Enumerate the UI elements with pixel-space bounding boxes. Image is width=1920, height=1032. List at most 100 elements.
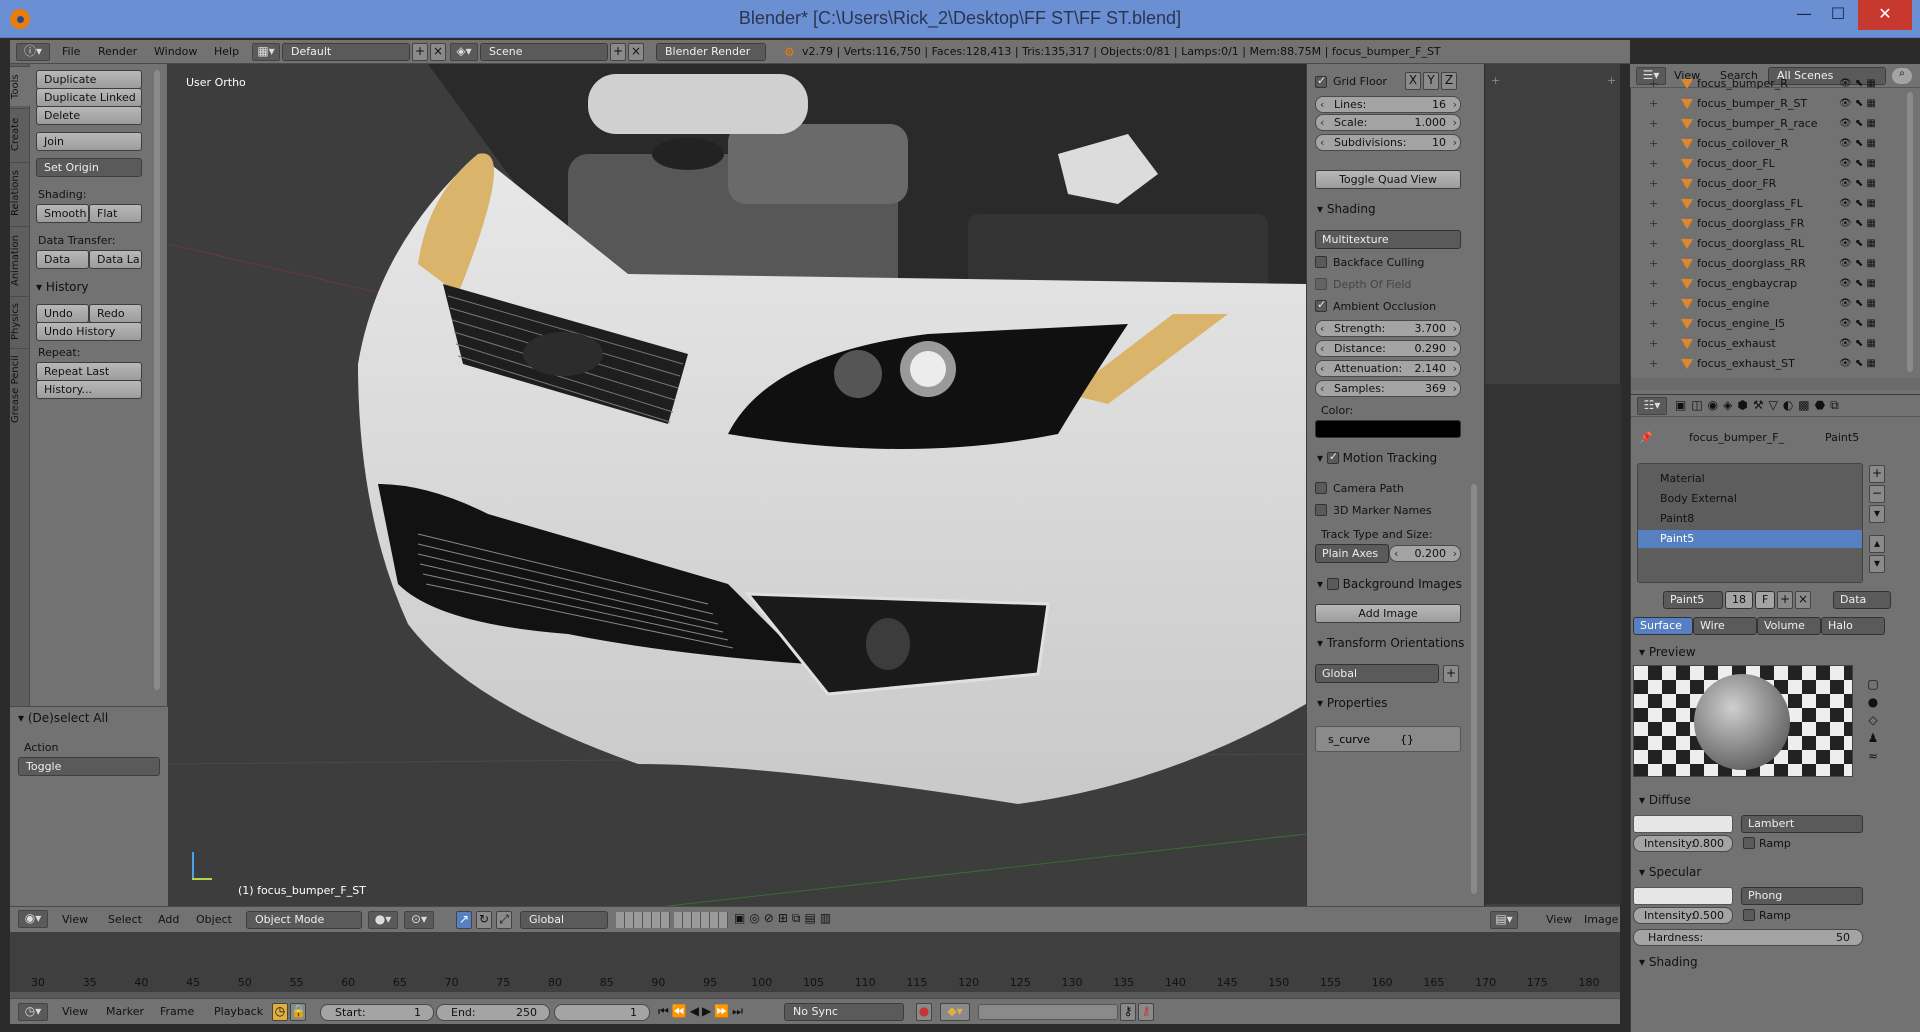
layout-grid-icon[interactable]: ▦▾ <box>252 43 280 61</box>
duplicate-linked-button[interactable]: Duplicate Linked <box>36 88 142 107</box>
image-view-menu[interactable]: View <box>1546 911 1572 929</box>
timeline-playback-menu[interactable]: Playback <box>214 1003 263 1021</box>
material-slot[interactable]: Paint8 <box>1638 510 1862 528</box>
visibility-eye-icon[interactable]: 👁 ⬉ ▦ <box>1839 154 1876 174</box>
diffuse-panel-header[interactable]: ▾ Diffuse <box>1639 793 1691 807</box>
dof-checkbox[interactable] <box>1315 278 1327 290</box>
visibility-eye-icon[interactable]: 👁 ⬉ ▦ <box>1839 314 1876 334</box>
fake-user-toggle[interactable]: F <box>1755 591 1775 609</box>
layout-remove-icon[interactable]: × <box>430 43 446 61</box>
expand-icon[interactable]: + <box>1649 334 1658 354</box>
properties-editor-icon[interactable]: ☷▾ <box>1637 397 1667 415</box>
axis-y-toggle[interactable]: Y <box>1423 72 1439 90</box>
link-data-select[interactable]: Data <box>1833 591 1891 609</box>
scale-manipulator-icon[interactable]: ⤢ <box>496 911 512 929</box>
visibility-eye-icon[interactable]: 👁 ⬉ ▦ <box>1839 194 1876 214</box>
marker-names-checkbox[interactable] <box>1315 504 1327 516</box>
tab-physics[interactable]: Physics <box>10 296 30 346</box>
outliner-row[interactable]: + focus_engine_I5 👁 ⬉ ▦ <box>1631 314 1901 334</box>
visibility-eye-icon[interactable]: 👁 ⬉ ▦ <box>1839 334 1876 354</box>
scene-icon[interactable]: ◈▾ <box>450 43 478 61</box>
record-icon[interactable]: ● <box>916 1003 932 1021</box>
smooth-button[interactable]: Smooth <box>36 204 89 223</box>
end-frame-field[interactable]: End: 250 <box>436 1004 550 1021</box>
specular-color-swatch[interactable] <box>1633 887 1733 905</box>
menu-render[interactable]: Render <box>98 40 137 64</box>
image-image-menu[interactable]: Image <box>1584 911 1618 929</box>
mode-select[interactable]: Object Mode <box>246 911 362 929</box>
scene-remove-icon[interactable]: × <box>628 43 644 61</box>
grid-scale-field[interactable]: Scale: 1.000 <box>1315 114 1461 131</box>
hardness-field[interactable]: Hardness: 50 <box>1633 929 1863 946</box>
menu-help[interactable]: Help <box>214 40 239 64</box>
render-engine-select[interactable]: Blender Render <box>656 43 766 61</box>
join-button[interactable]: Join <box>36 132 142 151</box>
expand-icon[interactable]: + <box>1649 314 1658 334</box>
scene-select[interactable]: Scene <box>480 43 608 61</box>
redo-button[interactable]: Redo <box>89 304 142 323</box>
expand-icon[interactable]: + <box>1649 94 1658 114</box>
undo-history-button[interactable]: Undo History <box>36 322 142 341</box>
outliner-row[interactable]: + focus_exhaust 👁 ⬉ ▦ <box>1631 334 1901 354</box>
data-transfer-button[interactable]: Data <box>36 250 89 269</box>
visibility-eye-icon[interactable]: 👁 ⬉ ▦ <box>1839 94 1876 114</box>
flat-button[interactable]: Flat <box>89 204 142 223</box>
manipulator-toggle-icon[interactable]: ↗ <box>456 911 472 929</box>
history-panel-header[interactable]: ▾ History <box>36 280 89 294</box>
info-editor-type-icon[interactable]: ⓘ▾ <box>16 43 50 61</box>
shelf-scrollbar[interactable] <box>1471 484 1477 894</box>
orientation-select[interactable]: Global <box>1315 664 1439 683</box>
slot-up-icon[interactable]: ▴ <box>1869 535 1885 553</box>
pin-icon[interactable]: 📌 <box>1639 431 1653 444</box>
viewport-object-menu[interactable]: Object <box>196 911 232 929</box>
motion-tracking-header[interactable]: ▾ Motion Tracking <box>1317 450 1437 465</box>
backface-culling-checkbox[interactable] <box>1315 256 1327 268</box>
layer-buttons-group-2[interactable] <box>674 912 728 928</box>
outliner-row[interactable]: + focus_coilover_R 👁 ⬉ ▦ <box>1631 134 1901 154</box>
timeline[interactable]: 30 35 40 45 50 55 60 65 70 75 80 85 90 95 100 105 110 115… <box>10 932 1620 998</box>
outliner-row[interactable]: + focus_bumper_R_race 👁 ⬉ ▦ <box>1631 114 1901 134</box>
toggle-quad-view-button[interactable]: Toggle Quad View <box>1315 170 1461 189</box>
playback-controls-icons[interactable]: ⏮⏪◀▶⏩⏭ <box>658 1004 746 1019</box>
visibility-eye-icon[interactable]: 👁 ⬉ ▦ <box>1839 234 1876 254</box>
custom-property-row[interactable]: s_curve {} <box>1315 726 1461 752</box>
slot-add-icon[interactable]: + <box>1869 465 1885 483</box>
sync-mode-select[interactable]: No Sync <box>784 1003 904 1021</box>
new-material-icon[interactable]: + <box>1777 591 1793 609</box>
shading-panel-header[interactable]: ▾ Shading <box>1317 202 1376 216</box>
outliner-row[interactable]: + focus_engbaycrap 👁 ⬉ ▦ <box>1631 274 1901 294</box>
visibility-eye-icon[interactable]: 👁 ⬉ ▦ <box>1839 214 1876 234</box>
image-editor-corner-icon[interactable]: + <box>1607 74 1616 87</box>
outliner-row[interactable]: + focus_door_FL 👁 ⬉ ▦ <box>1631 154 1901 174</box>
diffuse-intensity-field[interactable]: Intensity: 0.800 <box>1633 835 1733 852</box>
visibility-eye-icon[interactable]: 👁 ⬉ ▦ <box>1839 274 1876 294</box>
pivot-point-icon[interactable]: ⊙▾ <box>404 911 434 929</box>
properties-panel-header[interactable]: ▾ Properties <box>1317 696 1388 710</box>
preview-range-icon[interactable]: ◷ <box>272 1003 288 1021</box>
diffuse-shader-select[interactable]: Lambert <box>1741 815 1863 833</box>
current-frame-field[interactable]: 1 <box>554 1004 650 1021</box>
ao-samples-field[interactable]: Samples: 369 <box>1315 380 1461 397</box>
delete-keyframe-icon[interactable]: ⚷ <box>1138 1003 1154 1021</box>
ao-color-swatch[interactable] <box>1315 420 1461 438</box>
ao-distance-field[interactable]: Distance: 0.290 <box>1315 340 1461 357</box>
track-type-select[interactable]: Plain Axes <box>1315 544 1389 563</box>
outliner-row[interactable]: + focus_engine 👁 ⬉ ▦ <box>1631 294 1901 314</box>
close-button[interactable]: ✕ <box>1858 0 1912 30</box>
expand-icon[interactable]: + <box>1649 234 1658 254</box>
camera-path-checkbox[interactable] <box>1315 482 1327 494</box>
grid-subdivisions-field[interactable]: Subdivisions: 10 <box>1315 134 1461 151</box>
diffuse-color-swatch[interactable] <box>1633 815 1733 833</box>
lock-icon[interactable]: 🔒 <box>290 1003 306 1021</box>
repeat-last-button[interactable]: Repeat Last <box>36 362 142 381</box>
expand-icon[interactable]: + <box>1649 134 1658 154</box>
scene-add-icon[interactable]: + <box>610 43 626 61</box>
viewport-shading-icon[interactable]: ●▾ <box>368 911 398 929</box>
material-name-field[interactable]: Paint5 <box>1663 591 1723 609</box>
3d-viewport[interactable]: User Ortho (1) focus_bumper_F_ST <box>168 64 1306 906</box>
maximize-button[interactable]: ☐ <box>1820 0 1856 30</box>
specular-panel-header[interactable]: ▾ Specular <box>1639 865 1701 879</box>
delete-button[interactable]: Delete <box>36 106 142 125</box>
viewport-add-menu[interactable]: Add <box>158 911 179 929</box>
tab-animation[interactable]: Animation <box>10 226 30 294</box>
